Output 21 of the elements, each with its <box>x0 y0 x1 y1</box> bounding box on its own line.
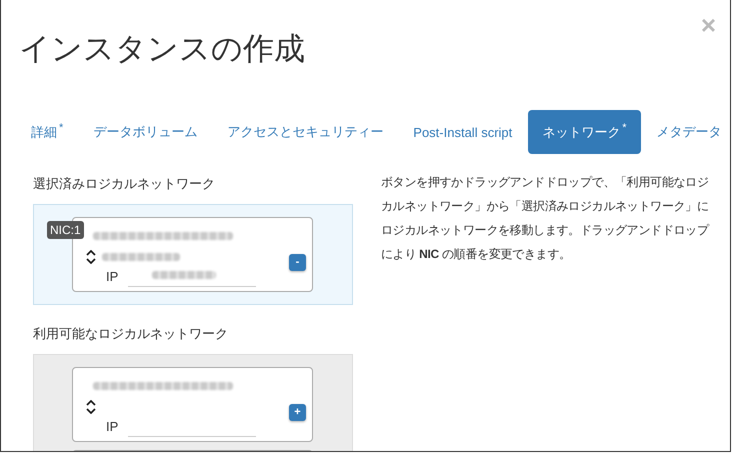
add-button[interactable]: + <box>289 404 306 421</box>
nic-badge: NIC:1 <box>47 221 84 239</box>
help-text: ボタンを押すかドラッグアンドドロップで、「利用可能なロジカルネットワーク」から「選択済みロジカルネットワーク」にロジカルネットワークを移動します。ドラッグアンドドロップにより NIC の順番を変更できます。 <box>381 174 710 263</box>
tab[interactable]: 詳細$^{*}$ <box>17 110 78 154</box>
tab[interactable]: データボリューム <box>79 110 212 154</box>
remove-button[interactable]: - <box>289 254 306 271</box>
section-heading: 選択済みロジカルネットワーク <box>33 175 216 193</box>
blurred-text <box>152 271 216 279</box>
sort-icon[interactable] <box>86 250 96 264</box>
required-mark: * <box>59 122 64 134</box>
ip-label: IP <box>106 269 118 284</box>
ip-label: IP <box>106 419 118 434</box>
tab[interactable]: ネットワーク$^{*}$ <box>528 110 641 154</box>
modal-title: インスタンスの作成 <box>19 30 305 68</box>
required-mark: * <box>622 122 627 134</box>
tab[interactable]: Post-Install script <box>399 110 526 154</box>
tab[interactable]: アクセスとセキュリティー <box>213 110 398 154</box>
section-heading: 利用可能なロジカルネットワーク <box>33 325 229 343</box>
tab[interactable]: メタデータ <box>642 110 730 154</box>
network-card[interactable]: IP + <box>72 367 313 442</box>
sort-icon[interactable] <box>86 400 96 414</box>
